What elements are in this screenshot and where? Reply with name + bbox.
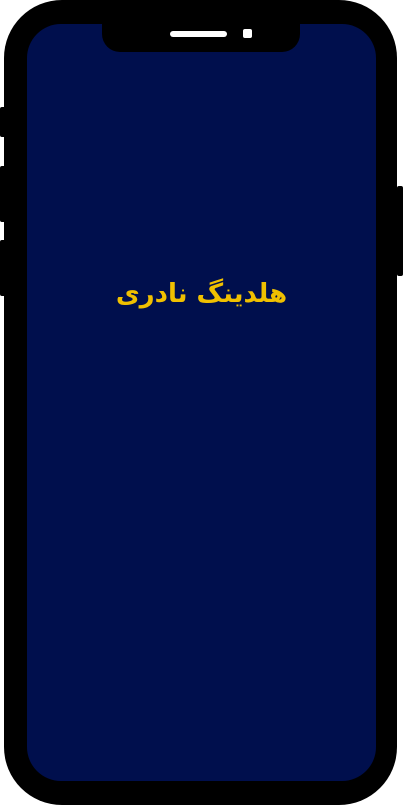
splash-screen: هلدینگ نادری — [27, 24, 376, 781]
power-button — [397, 186, 403, 276]
camera-icon — [243, 29, 252, 38]
app-title: هلدینگ نادری — [115, 279, 288, 309]
notch — [102, 18, 300, 52]
speaker-icon — [170, 31, 227, 37]
